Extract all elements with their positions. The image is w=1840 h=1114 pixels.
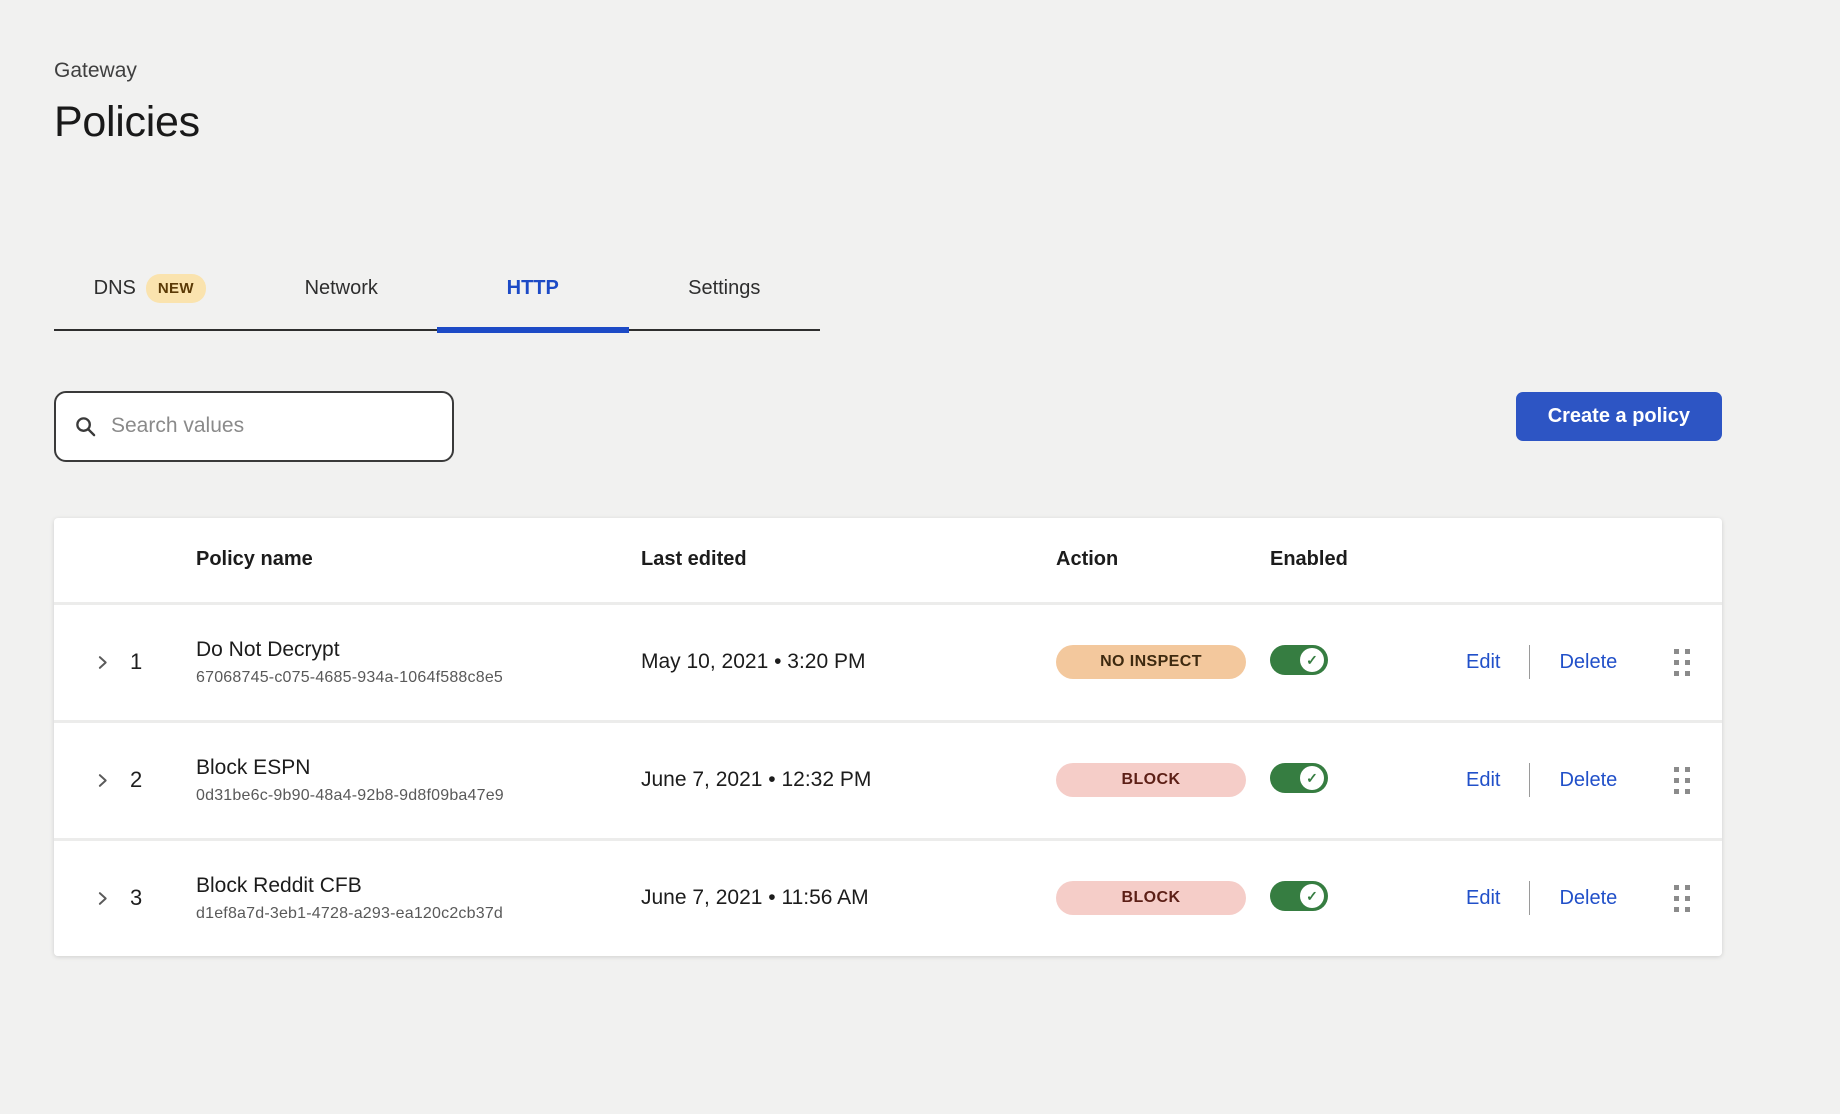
row-actions-cell: Edit Delete: [1466, 881, 1722, 915]
tab-http-label: HTTP: [507, 277, 559, 300]
policy-id: 67068745-c075-4685-934a-1064f588c8e5: [196, 669, 641, 687]
enabled-toggle[interactable]: [1270, 881, 1328, 911]
table-row: 2 Block ESPN 0d31be6c-9b90-48a4-92b8-9d8…: [54, 720, 1722, 838]
last-edited-cell: May 10, 2021 • 3:20 PM: [641, 650, 1056, 674]
enabled-cell: [1270, 645, 1466, 680]
enabled-toggle[interactable]: [1270, 645, 1328, 675]
action-cell: BLOCK: [1056, 881, 1270, 915]
action-badge: NO INSPECT: [1056, 645, 1246, 679]
policy-name: Block ESPN: [196, 756, 641, 780]
new-badge: NEW: [146, 274, 206, 303]
expand-chevron-icon[interactable]: [90, 768, 114, 792]
enabled-cell: [1270, 763, 1466, 798]
row-number: 3: [130, 885, 196, 911]
action-cell: NO INSPECT: [1056, 645, 1270, 679]
action-badge: BLOCK: [1056, 763, 1246, 797]
header-policy-name: Policy name: [196, 548, 641, 571]
tab-dns[interactable]: DNS NEW: [54, 252, 246, 329]
enabled-cell: [1270, 881, 1466, 916]
header-last-edited: Last edited: [641, 548, 1056, 571]
policy-name-cell: Block ESPN 0d31be6c-9b90-48a4-92b8-9d8f0…: [196, 756, 641, 805]
tab-settings-label: Settings: [688, 277, 760, 300]
table-row: 1 Do Not Decrypt 67068745-c075-4685-934a…: [54, 602, 1722, 720]
edit-link[interactable]: Edit: [1466, 651, 1500, 674]
expand-chevron-icon[interactable]: [90, 650, 114, 674]
policy-id: 0d31be6c-9b90-48a4-92b8-9d8f09ba47e9: [196, 787, 641, 805]
tab-http[interactable]: HTTP: [437, 252, 629, 329]
search-box: [54, 391, 454, 462]
delete-link[interactable]: Delete: [1559, 651, 1617, 674]
expand-chevron-icon[interactable]: [90, 886, 114, 910]
toggle-check-icon: [1300, 766, 1324, 790]
tab-settings[interactable]: Settings: [629, 252, 821, 329]
row-number: 1: [130, 649, 196, 675]
header-enabled: Enabled: [1270, 548, 1466, 571]
tab-bar: DNS NEW Network HTTP Settings: [54, 252, 820, 331]
table-row: 3 Block Reddit CFB d1ef8a7d-3eb1-4728-a2…: [54, 838, 1722, 956]
row-actions-cell: Edit Delete: [1466, 763, 1722, 797]
action-badge: BLOCK: [1056, 881, 1246, 915]
policy-name-cell: Block Reddit CFB d1ef8a7d-3eb1-4728-a293…: [196, 874, 641, 923]
last-edited-cell: June 7, 2021 • 12:32 PM: [641, 768, 1056, 792]
edit-link[interactable]: Edit: [1466, 769, 1500, 792]
policy-name: Do Not Decrypt: [196, 638, 641, 662]
tab-network-label: Network: [305, 277, 378, 300]
search-input[interactable]: [111, 414, 434, 438]
last-edited-cell: June 7, 2021 • 11:56 AM: [641, 886, 1056, 910]
toolbar: Create a policy: [54, 391, 1722, 462]
tab-network[interactable]: Network: [246, 252, 438, 329]
gateway-policies-page: Gateway Policies DNS NEW Network HTTP Se…: [0, 0, 1776, 956]
policy-id: d1ef8a7d-3eb1-4728-a293-ea120c2cb37d: [196, 905, 641, 923]
row-number: 2: [130, 767, 196, 793]
breadcrumb: Gateway: [54, 58, 1776, 83]
search-icon: [74, 415, 97, 438]
policy-name: Block Reddit CFB: [196, 874, 641, 898]
action-cell: BLOCK: [1056, 763, 1270, 797]
drag-handle-icon[interactable]: [1674, 767, 1690, 794]
link-divider: [1529, 881, 1530, 915]
link-divider: [1529, 763, 1530, 797]
header-action: Action: [1056, 548, 1270, 571]
toggle-check-icon: [1300, 884, 1324, 908]
tab-dns-label: DNS: [94, 277, 136, 300]
enabled-toggle[interactable]: [1270, 763, 1328, 793]
active-tab-indicator: [437, 327, 629, 333]
policy-name-cell: Do Not Decrypt 67068745-c075-4685-934a-1…: [196, 638, 641, 687]
delete-link[interactable]: Delete: [1559, 769, 1617, 792]
toggle-check-icon: [1300, 648, 1324, 672]
edit-link[interactable]: Edit: [1466, 887, 1500, 910]
page-title: Policies: [54, 97, 1776, 149]
row-actions-cell: Edit Delete: [1466, 645, 1722, 679]
link-divider: [1529, 645, 1530, 679]
delete-link[interactable]: Delete: [1559, 887, 1617, 910]
drag-handle-icon[interactable]: [1674, 885, 1690, 912]
table-header-row: Policy name Last edited Action Enabled: [54, 518, 1722, 602]
drag-handle-icon[interactable]: [1674, 649, 1690, 676]
create-policy-button[interactable]: Create a policy: [1516, 392, 1722, 441]
policy-table: Policy name Last edited Action Enabled 1…: [54, 518, 1722, 956]
